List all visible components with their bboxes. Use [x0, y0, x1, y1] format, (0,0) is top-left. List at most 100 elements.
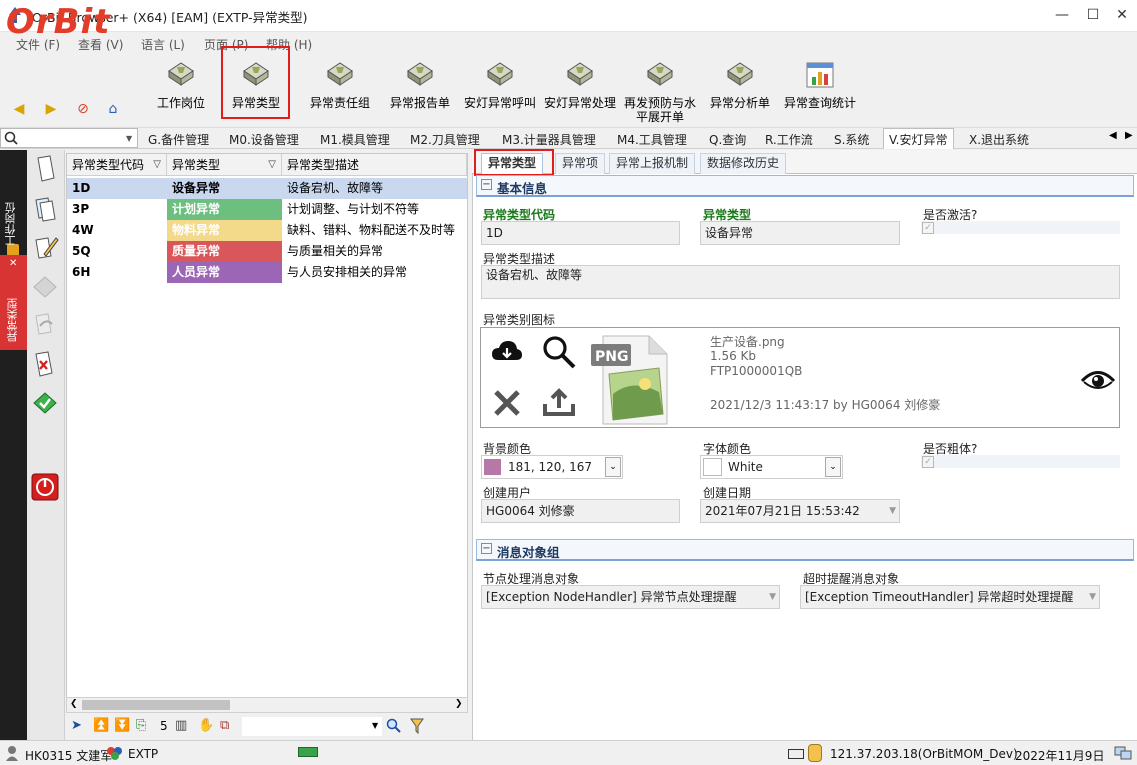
home-icon[interactable]: ⌂ [104, 100, 122, 118]
node-handler-select[interactable]: [Exception NodeHandler] 异常节点处理提醒 ▼ [481, 585, 780, 609]
tab-query[interactable]: Q.查询 [709, 131, 746, 148]
tab-cutter[interactable]: M2.刀具管理 [410, 131, 480, 148]
bg-color-select[interactable]: 181, 120, 167 [481, 455, 623, 479]
cell-type: 质量异常 [167, 241, 282, 262]
scrollbar-thumb[interactable] [82, 700, 230, 710]
copy-icon[interactable]: ⧉ [220, 719, 229, 733]
create-user-field[interactable]: HG0064 刘修豪 [481, 499, 680, 523]
tab-gauge[interactable]: M3.计量器具管理 [502, 131, 596, 148]
tab-mold[interactable]: M1.模具管理 [320, 131, 390, 148]
scroll-left-icon[interactable]: ❮ [70, 699, 78, 709]
group-message-objects[interactable]: − 消息对象组 [476, 539, 1134, 561]
table-row[interactable]: 1D 设备异常 设备宕机、故障等 [67, 178, 467, 199]
undo-disabled-icon[interactable] [30, 310, 60, 340]
side-tab-work-post[interactable]: 工作岗位 [3, 186, 23, 246]
keyboard-icon [788, 749, 804, 759]
tab-spare-parts[interactable]: G.备件管理 [148, 131, 209, 148]
bg-color-swatch [484, 459, 501, 475]
status-user: HK0315 文建军 [25, 749, 113, 763]
cell-type: 人员异常 [167, 262, 282, 283]
chevron-down-icon[interactable]: ▼ [126, 134, 132, 143]
filter-icon: ▽ [153, 159, 161, 170]
back-arrow-icon[interactable]: ◀ [10, 100, 28, 118]
search-input[interactable] [0, 128, 138, 148]
tab-equipment[interactable]: M0.设备管理 [229, 131, 299, 148]
desc-field[interactable]: 设备宕机、故障等 [481, 265, 1120, 299]
hand-icon[interactable]: ✋ [198, 719, 214, 733]
monitor-icon [647, 62, 673, 86]
column-header-type[interactable]: 异常类型 ▽ [167, 154, 282, 176]
group-basic-info[interactable]: − 基本信息 [476, 175, 1134, 197]
bold-row [921, 455, 1120, 468]
chevron-down-icon[interactable]: ▼ [372, 719, 378, 733]
grid-filter-input[interactable] [242, 717, 382, 736]
scroll-right-icon[interactable]: ❯ [455, 699, 463, 709]
column-header-code[interactable]: 异常类型代码 ▽ [67, 154, 167, 176]
orbit-logo: OrBit [6, 2, 111, 42]
column-header-desc[interactable]: 异常类型描述 [282, 154, 467, 176]
create-date-field[interactable]: 2021年07月21日 15:53:42 ▼ [700, 499, 900, 523]
last-page-icon[interactable]: ⏬ [114, 719, 130, 733]
confirm-icon[interactable] [30, 388, 60, 418]
upload-icon[interactable] [541, 386, 577, 418]
toolbar-work-post[interactable]: 工作岗位 [150, 59, 212, 121]
cell-desc: 与质量相关的异常 [287, 244, 384, 258]
cell-desc: 设备宕机、故障等 [287, 181, 384, 195]
cell-type: 设备异常 [172, 181, 221, 195]
exception-type-grid: 异常类型代码 ▽ 异常类型 ▽ 异常类型描述 1D 设备异常 设备宕机、故障等 3P 计划异… [66, 153, 468, 713]
next-page-icon[interactable]: ➤ [71, 719, 82, 733]
delete-icon[interactable] [492, 388, 522, 418]
toolbar-analysis[interactable]: 异常分析单 [704, 59, 776, 121]
minimize-button[interactable]: — [1045, 0, 1079, 30]
table-row[interactable]: 5Q 质量异常 与质量相关的异常 [67, 241, 467, 262]
tab-exit[interactable]: X.退出系统 [969, 131, 1029, 148]
table-row[interactable]: 3P 计划异常 计划调整、与计划不符等 [67, 199, 467, 220]
scroll-right-icon[interactable]: ▶ [1125, 130, 1133, 141]
cell-type: 物料异常 [167, 220, 282, 241]
table-row[interactable]: 4W 物料异常 缺料、错料、物料配送不及时等 [67, 220, 467, 241]
search-icon[interactable] [386, 718, 402, 734]
server-icon [808, 744, 822, 762]
tab-change-history[interactable]: 数据修改历史 [700, 153, 787, 174]
columns-icon[interactable]: ▥ [175, 719, 187, 733]
toolbar-andon-handle[interactable]: 安灯异常处理 [540, 59, 620, 121]
menu-language[interactable]: 语言 (L) [141, 36, 185, 53]
eye-icon[interactable] [1080, 366, 1116, 394]
timeout-handler-select[interactable]: [Exception TimeoutHandler] 异常超时处理提醒 ▼ [800, 585, 1100, 609]
toolbar-query-stats[interactable]: 异常查询统计 [780, 59, 860, 121]
delete-document-icon[interactable] [30, 349, 60, 379]
chevron-down-icon[interactable]: ⌄ [825, 457, 841, 477]
first-page-icon[interactable]: ⏫ [93, 719, 109, 733]
file-meta: 2021/12/3 11:43:17 by HG0064 刘修豪 [710, 398, 941, 412]
tab-system[interactable]: S.系统 [834, 131, 869, 148]
tab-report-mechanism[interactable]: 异常上报机制 [609, 153, 696, 174]
close-icon[interactable]: ✕ [9, 258, 17, 269]
type-field[interactable]: 设备异常 [700, 221, 900, 245]
power-icon[interactable] [30, 472, 60, 502]
bold-checkbox[interactable]: ✓ [922, 456, 934, 468]
code-field[interactable]: 1D [481, 221, 680, 245]
export-icon[interactable]: ⎘ [136, 719, 146, 733]
chevron-down-icon[interactable]: ⌄ [605, 457, 621, 477]
stop-icon[interactable]: ⊘ [74, 100, 92, 118]
new-document-icon[interactable] [30, 154, 60, 184]
toolbar-prevention[interactable]: 再发预防与水 平展开单 [620, 59, 700, 124]
filter-icon[interactable] [410, 718, 424, 734]
active-checkbox[interactable]: ✓ [922, 222, 934, 234]
edit-icon[interactable] [30, 232, 60, 262]
tab-tools[interactable]: M4.工具管理 [617, 131, 687, 148]
copy-document-icon[interactable] [30, 194, 60, 224]
forward-arrow-icon[interactable]: ▶ [42, 100, 60, 118]
tab-andon[interactable]: V.安灯异常 [889, 131, 947, 148]
scroll-left-icon[interactable]: ◀ [1109, 130, 1117, 141]
toolbar-responsibility-group[interactable]: 异常责任组 [304, 59, 376, 121]
close-button[interactable]: ✕ [1105, 0, 1137, 30]
zoom-icon[interactable] [541, 334, 577, 370]
download-cloud-icon[interactable] [490, 338, 524, 368]
save-disabled-icon[interactable] [30, 272, 60, 302]
toolbar-andon-call[interactable]: 安灯异常呼叫 [460, 59, 540, 121]
tab-exception-items[interactable]: 异常项 [555, 153, 606, 174]
tab-workflow[interactable]: R.工作流 [765, 131, 813, 148]
table-row[interactable]: 6H 人员异常 与人员安排相关的异常 [67, 262, 467, 283]
toolbar-exception-report[interactable]: 异常报告单 [384, 59, 456, 121]
